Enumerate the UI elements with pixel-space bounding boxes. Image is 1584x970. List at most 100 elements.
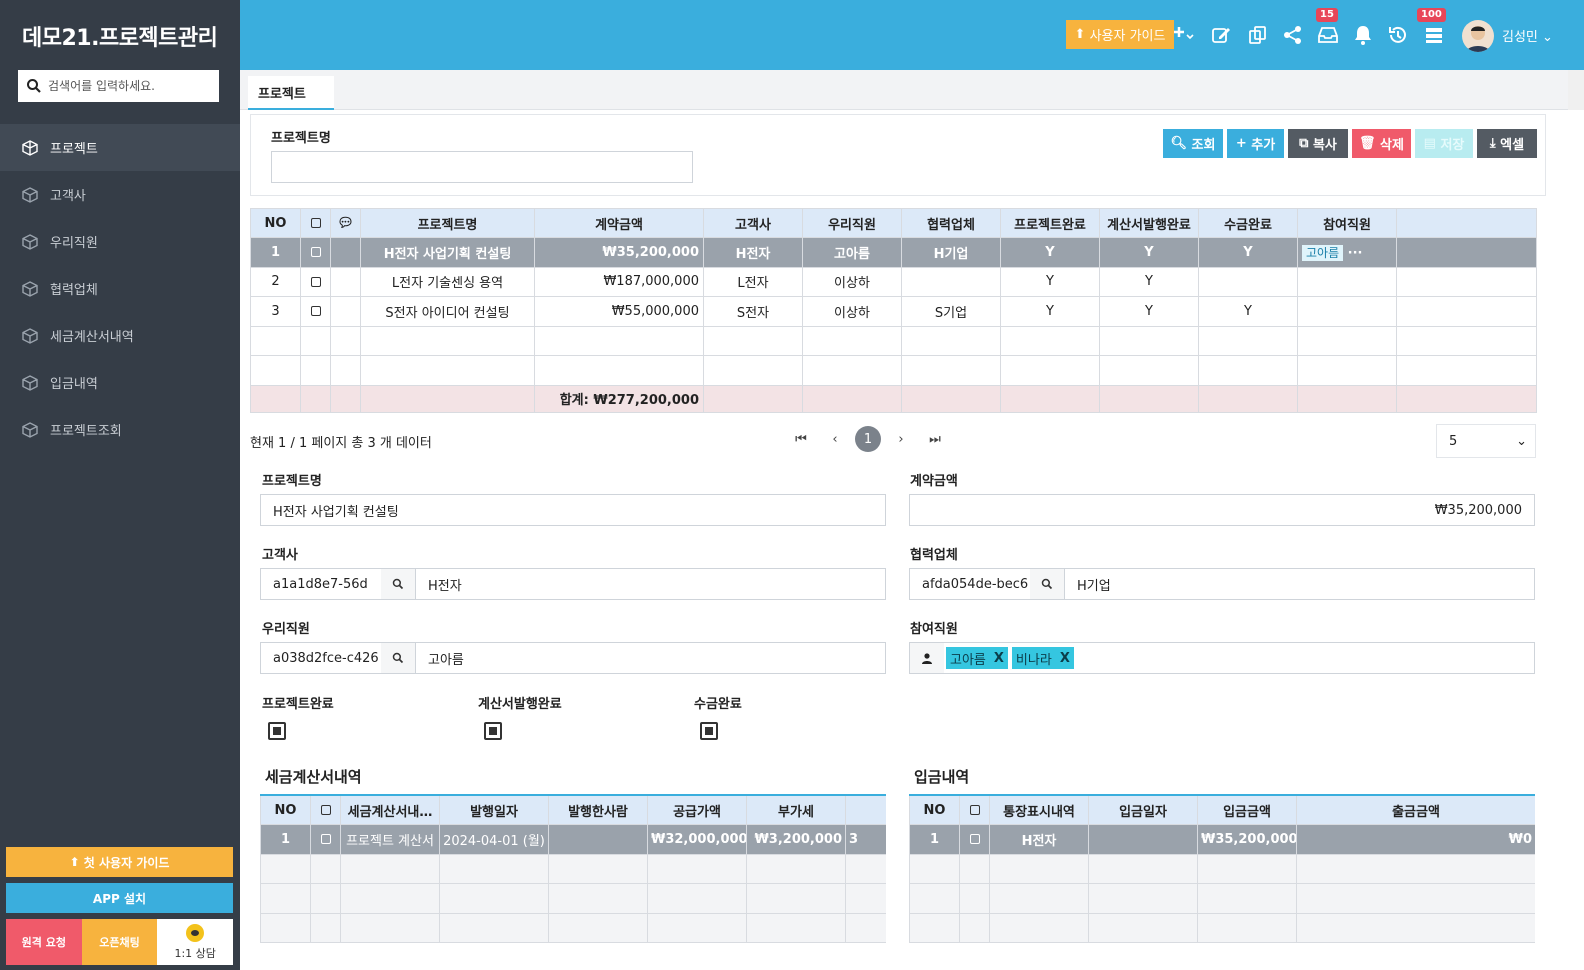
col-issue-date[interactable]: 발행일자	[439, 794, 549, 825]
client-id-input[interactable]: a1a1d8e7-56d	[260, 568, 382, 600]
amount-input[interactable]: ₩35,200,000	[909, 494, 1535, 526]
project-name-search-input[interactable]	[271, 151, 693, 183]
col-date[interactable]: 입금일자	[1088, 794, 1198, 825]
sidebar-search-input[interactable]	[48, 79, 208, 93]
sidebar-item-tax-invoice[interactable]: 세금계산서내역	[0, 312, 240, 359]
partner-id-input[interactable]: afda054de-bec6	[909, 568, 1031, 600]
sidebar-item-partner[interactable]: 협력업체	[0, 265, 240, 312]
partner-search-button[interactable]	[1030, 568, 1064, 600]
staff-name-input[interactable]: 고아름	[415, 642, 886, 674]
copy-button[interactable]: ⧉ 복사	[1288, 129, 1348, 158]
col-memo[interactable]: 통장표시내역	[989, 794, 1089, 825]
cell-check[interactable]	[300, 266, 331, 297]
col-project-name[interactable]: 프로젝트명	[360, 208, 535, 238]
col-amount[interactable]: 계약금액	[534, 208, 704, 238]
edit-icon[interactable]	[1210, 24, 1232, 46]
avatar[interactable]	[1462, 20, 1494, 52]
table-row[interactable]: 2 L전자 기술센싱 용역 ₩187,000,000 L전자 이상하 Y Y	[250, 266, 1537, 297]
checkbox-icon[interactable]	[310, 306, 321, 317]
client-search-button[interactable]	[381, 568, 415, 600]
member-tag[interactable]: 고아름 X	[946, 647, 1008, 669]
cell-check[interactable]	[300, 296, 331, 327]
add-button[interactable]: + 추가	[1227, 129, 1284, 158]
open-chat-button[interactable]: 오픈채팅	[81, 919, 158, 965]
prev-page-icon[interactable]: ‹	[822, 426, 848, 452]
plus-dropdown-icon[interactable]	[1172, 24, 1194, 46]
col-invoice-name[interactable]: 세금계산서내…	[340, 794, 440, 825]
list-icon[interactable]	[1423, 24, 1445, 46]
checkbox-icon[interactable]	[969, 834, 980, 845]
remove-tag-icon[interactable]: X	[994, 651, 1004, 666]
remove-tag-icon[interactable]: X	[1060, 651, 1070, 666]
col-check[interactable]	[959, 794, 990, 825]
checkbox-icon[interactable]	[310, 218, 321, 228]
sidebar-item-client[interactable]: 고객사	[0, 171, 240, 218]
cell-check[interactable]	[959, 824, 990, 855]
consult-button[interactable]: 1:1 상담	[157, 919, 234, 965]
invoice-checkbox[interactable]	[484, 722, 502, 740]
table-row[interactable]: 1 프로젝트 계산서 2024-04-01 (월) ₩32,000,000 ₩3…	[260, 824, 886, 855]
checkbox-icon[interactable]	[310, 276, 321, 287]
tab-project[interactable]: 프로젝트	[248, 76, 334, 110]
remote-request-button[interactable]: 원격 요청	[6, 919, 82, 965]
sidebar-item-project[interactable]: 프로젝트	[0, 124, 240, 171]
col-check[interactable]	[310, 794, 341, 825]
col-no[interactable]: NO	[250, 208, 301, 238]
table-row[interactable]: 1 H전자 사업기획 컨설팅 ₩35,200,000 H전자 고아름 H기업 Y…	[250, 237, 1537, 268]
checkbox-icon[interactable]	[310, 247, 321, 258]
last-page-icon[interactable]: ⏭︎	[922, 426, 948, 452]
col-done[interactable]: 프로젝트완료	[1000, 208, 1100, 238]
excel-button[interactable]: ⤓ 엑셀	[1477, 129, 1537, 158]
first-guide-button[interactable]: ⬆ 첫 사용자 가이드	[6, 847, 233, 877]
col-vat[interactable]: 부가세	[746, 794, 846, 825]
col-check[interactable]	[300, 208, 331, 238]
staff-id-input[interactable]: a038d2fce-c426	[260, 642, 382, 674]
col-members[interactable]: 참여직원	[1297, 208, 1397, 238]
col-out[interactable]: 출금금액	[1296, 794, 1535, 825]
partner-name-input[interactable]: H기업	[1064, 568, 1535, 600]
sidebar-item-project-query[interactable]: 프로젝트조회	[0, 406, 240, 453]
cell-check[interactable]	[310, 824, 341, 855]
history-icon[interactable]	[1387, 24, 1409, 46]
checkbox-icon[interactable]	[320, 805, 331, 815]
first-page-icon[interactable]: ⏮︎	[788, 426, 814, 452]
col-paid[interactable]: 수금완료	[1198, 208, 1298, 238]
page-size-select[interactable]: 5 ⌄	[1436, 424, 1536, 458]
col-client[interactable]: 고객사	[703, 208, 803, 238]
delete-button[interactable]: 🗑︎ 삭제	[1352, 129, 1411, 158]
query-button[interactable]: 🔍︎ 조회	[1163, 129, 1223, 158]
app-install-button[interactable]: APP 설치	[6, 883, 233, 913]
done-checkbox[interactable]	[268, 722, 286, 740]
col-extra[interactable]	[845, 794, 886, 825]
copy-icon[interactable]	[1247, 24, 1269, 46]
col-no[interactable]: NO	[260, 794, 311, 825]
sidebar-search[interactable]	[18, 70, 219, 102]
col-staff[interactable]: 우리직원	[802, 208, 902, 238]
save-button[interactable]: ▤ 저장	[1415, 129, 1473, 158]
sidebar-item-staff[interactable]: 우리직원	[0, 218, 240, 265]
paid-checkbox[interactable]	[700, 722, 718, 740]
page-number[interactable]: 1	[855, 426, 881, 452]
col-supply[interactable]: 공급가액	[647, 794, 747, 825]
col-partner[interactable]: 협력업체	[901, 208, 1001, 238]
checkbox-icon[interactable]	[969, 805, 980, 815]
cell-check[interactable]	[300, 237, 331, 268]
members-input[interactable]: 고아름 X 비나라 X	[909, 642, 1535, 674]
col-no[interactable]: NO	[909, 794, 960, 825]
checkbox-icon[interactable]	[320, 834, 331, 845]
user-name[interactable]: 김성민 ⌄	[1502, 26, 1553, 45]
table-row[interactable]: 1 H전자 ₩35,200,000 ₩0	[909, 824, 1535, 855]
project-name-input[interactable]: H전자 사업기획 컨설팅	[260, 494, 886, 526]
bell-icon[interactable]	[1352, 24, 1374, 46]
inbox-icon[interactable]	[1317, 24, 1339, 46]
member-tag[interactable]: 비나라 X	[1011, 647, 1074, 669]
col-in[interactable]: 입금금액	[1197, 794, 1297, 825]
staff-search-button[interactable]	[381, 642, 415, 674]
table-row[interactable]: 3 S전자 아이디어 컨설팅 ₩55,000,000 S전자 이상하 S기업 Y…	[250, 296, 1537, 327]
col-invoice[interactable]: 계산서발행완료	[1099, 208, 1199, 238]
next-page-icon[interactable]: ›	[888, 426, 914, 452]
share-icon[interactable]	[1282, 24, 1304, 46]
client-name-input[interactable]: H전자	[415, 568, 886, 600]
user-guide-button[interactable]: ⬆ 사용자 가이드	[1066, 20, 1174, 49]
col-issuer[interactable]: 발행한사람	[548, 794, 648, 825]
